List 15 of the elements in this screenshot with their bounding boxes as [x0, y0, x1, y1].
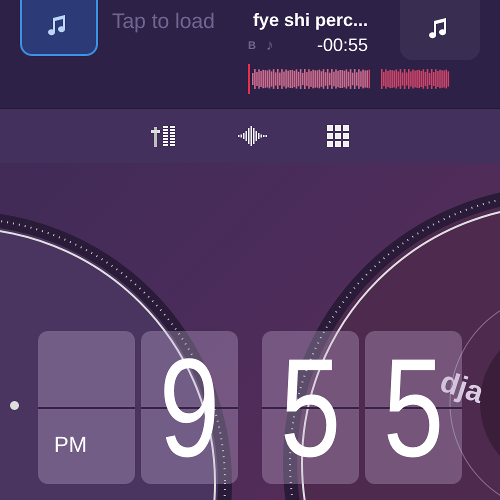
- waveform-button[interactable]: [237, 125, 267, 147]
- platter-label: dja: [436, 365, 488, 410]
- grid-button[interactable]: [327, 125, 349, 147]
- note-label: ♪: [266, 37, 274, 54]
- waveform-icon: [237, 125, 267, 147]
- deck-status: Tap to load: [112, 10, 216, 35]
- load-deck-button[interactable]: [400, 0, 480, 60]
- clock-period: PM: [54, 432, 87, 458]
- load-deck-button[interactable]: [20, 0, 98, 56]
- deck-key: B: [248, 40, 256, 52]
- track-title: fye shi perc...: [252, 10, 368, 31]
- remaining-time: -00:55: [316, 35, 368, 56]
- mixer-icon: [151, 125, 177, 147]
- mixer-button[interactable]: [151, 125, 177, 147]
- grid-icon: [327, 125, 349, 147]
